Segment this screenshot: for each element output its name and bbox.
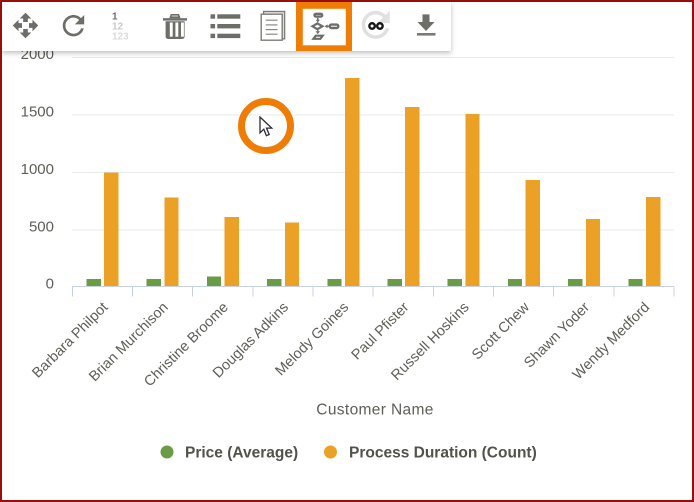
svg-text:0: 0 <box>46 276 54 293</box>
svg-text:Customer Name: Customer Name <box>316 402 433 419</box>
svg-text:Process Duration (Count): Process Duration (Count) <box>349 445 537 462</box>
svg-text:123: 123 <box>112 32 129 43</box>
svg-text:500: 500 <box>29 219 54 236</box>
svg-text:1500: 1500 <box>21 104 54 121</box>
svg-text:Price (Average): Price (Average) <box>185 445 298 462</box>
svg-text:Paul Pfister: Paul Pfister <box>349 299 413 363</box>
svg-text:Scott Chew: Scott Chew <box>469 299 533 363</box>
svg-text:1000: 1000 <box>21 161 54 178</box>
